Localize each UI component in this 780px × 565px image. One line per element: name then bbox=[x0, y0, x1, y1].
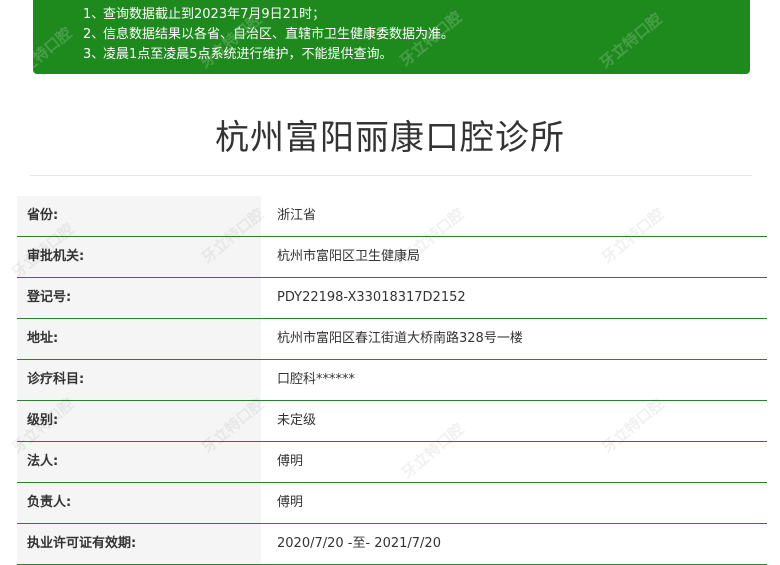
row-label: 省份: bbox=[17, 196, 261, 236]
info-row-person-in-charge: 负责人: 傅明 bbox=[17, 483, 767, 524]
notice-number: 2、 bbox=[83, 27, 105, 42]
row-label: 级别: bbox=[17, 401, 261, 441]
notice-number: 1、 bbox=[83, 7, 105, 22]
row-value: 2020/7/20 -至- 2021/7/20 bbox=[277, 536, 441, 551]
row-label: 负责人: bbox=[17, 483, 261, 523]
notice-number: 3、 bbox=[83, 47, 105, 62]
info-row-license-validity: 执业许可证有效期: 2020/7/20 -至- 2021/7/20 bbox=[17, 524, 767, 565]
row-label: 登记号: bbox=[17, 278, 261, 318]
row-value: 杭州市富阳区春江街道大桥南路328号一楼 bbox=[277, 331, 523, 346]
row-label: 法人: bbox=[17, 442, 261, 482]
info-row-departments: 诊疗科目: 口腔科****** bbox=[17, 360, 767, 401]
info-row-legal-person: 法人: 傅明 bbox=[17, 442, 767, 483]
row-value: 口腔科****** bbox=[277, 372, 356, 387]
notice-text: 查询数据截止到2023年7月9日21时； bbox=[103, 7, 326, 22]
notice-line: 1、查询数据截止到2023年7月9日21时； bbox=[83, 5, 750, 25]
info-row-registration-number: 登记号: PDY22198-X33018317D2152 bbox=[17, 278, 767, 319]
notice-text: 信息数据结果以各省、自治区、直辖市卫生健康委数据为准。 bbox=[103, 27, 455, 42]
row-value: 傅明 bbox=[277, 495, 304, 510]
notice-line: 3、凌晨1点至凌晨5点系统进行维护，不能提供查询。 bbox=[83, 45, 750, 65]
clinic-info-table: 省份: 浙江省 审批机关: 杭州市富阳区卫生健康局 登记号: PDY22198-… bbox=[17, 196, 767, 565]
page-title: 杭州富阳丽康口腔诊所 bbox=[215, 118, 565, 158]
row-label: 地址: bbox=[17, 319, 261, 359]
row-value: PDY22198-X33018317D2152 bbox=[277, 290, 466, 305]
info-row-level: 级别: 未定级 bbox=[17, 401, 767, 442]
row-value: 杭州市富阳区卫生健康局 bbox=[277, 249, 421, 264]
notice-text: 凌晨1点至凌晨5点系统进行维护，不能提供查询。 bbox=[103, 47, 393, 62]
row-value: 浙江省 bbox=[277, 208, 317, 223]
row-label: 执业许可证有效期: bbox=[17, 524, 261, 564]
info-row-province: 省份: 浙江省 bbox=[17, 196, 767, 237]
title-divider bbox=[30, 175, 752, 176]
info-row-address: 地址: 杭州市富阳区春江街道大桥南路328号一楼 bbox=[17, 319, 767, 360]
row-value: 傅明 bbox=[277, 454, 304, 469]
notice-banner: 1、查询数据截止到2023年7月9日21时； 2、信息数据结果以各省、自治区、直… bbox=[6, 0, 750, 86]
notice-line: 2、信息数据结果以各省、自治区、直辖市卫生健康委数据为准。 bbox=[83, 25, 750, 45]
watermark-logo: 牙立特口腔 bbox=[6, 23, 76, 86]
row-value: 未定级 bbox=[277, 413, 317, 428]
row-label: 诊疗科目: bbox=[17, 360, 261, 400]
info-row-approval-authority: 审批机关: 杭州市富阳区卫生健康局 bbox=[17, 237, 767, 278]
row-label: 审批机关: bbox=[17, 237, 261, 277]
